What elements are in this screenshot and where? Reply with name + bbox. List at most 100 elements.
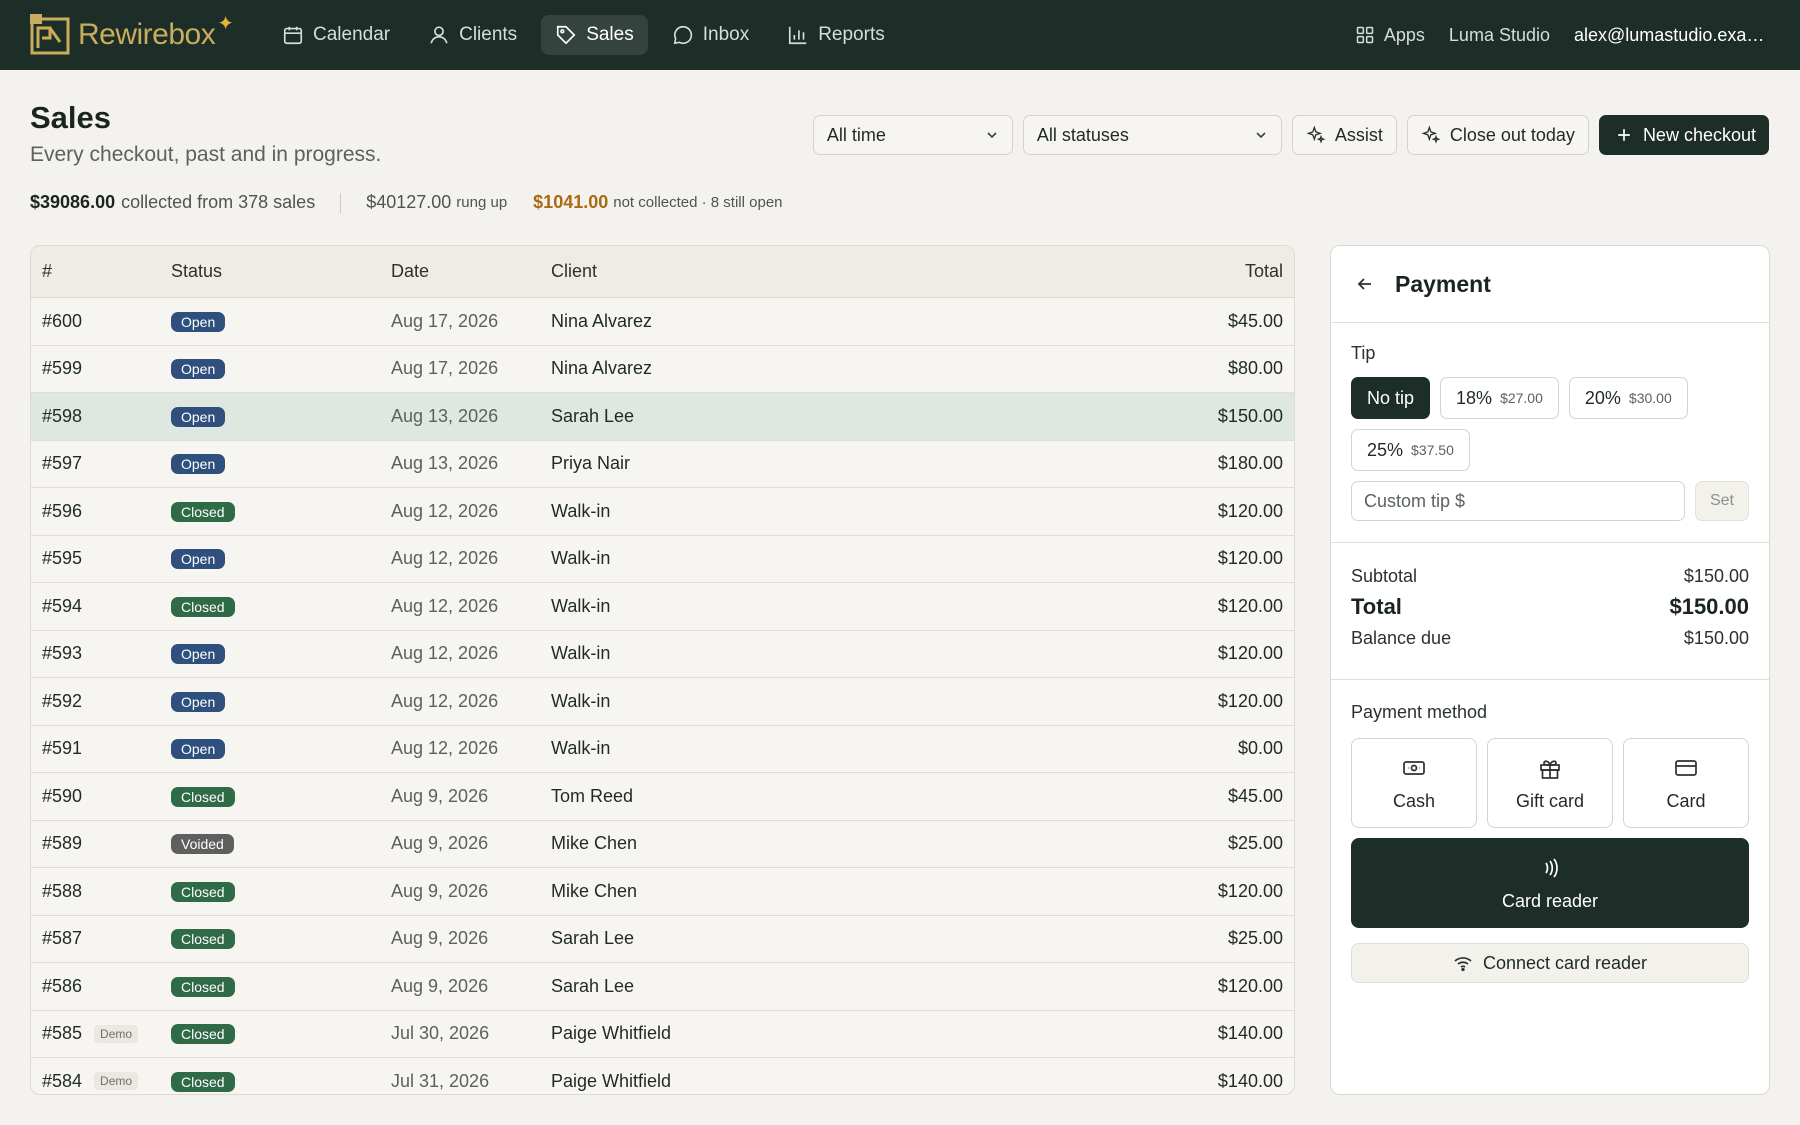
- status-badge: Closed: [171, 929, 235, 950]
- nav-reports[interactable]: Reports: [773, 15, 899, 55]
- cell-date: Aug 12, 2026: [391, 738, 499, 759]
- table-row[interactable]: #597 Open Aug 13, 2026 Priya Nair $180.00: [31, 440, 1294, 488]
- connect-card-reader-button[interactable]: Connect card reader: [1351, 943, 1749, 983]
- time-filter-select[interactable]: All time: [812, 115, 1013, 155]
- cash-icon: [1403, 760, 1425, 775]
- nav-clients[interactable]: Clients: [414, 15, 531, 55]
- cell-status: Open: [171, 406, 391, 427]
- cell-status: Open: [171, 548, 391, 570]
- tip-option-label: No tip: [1367, 387, 1415, 408]
- collected-text: collected from 378 sales: [121, 192, 316, 212]
- user-email[interactable]: alex@lumastudio.example.com: [1574, 25, 1770, 46]
- new-checkout-button[interactable]: New checkout: [1598, 115, 1769, 155]
- wifi-icon: [1454, 957, 1472, 972]
- cell-status: Closed: [171, 1071, 391, 1092]
- cell-status: Open: [171, 738, 391, 760]
- cell-total: $150.00: [1217, 405, 1283, 426]
- nav-sales[interactable]: Sales: [541, 15, 648, 55]
- col-number[interactable]: #: [31, 261, 171, 282]
- tip-option-none[interactable]: No tip: [1351, 377, 1431, 419]
- method-cash-button[interactable]: Cash: [1351, 738, 1477, 828]
- col-status[interactable]: Status: [171, 261, 391, 282]
- cell-client: Paige Whitfield: [551, 1070, 672, 1091]
- status-badge: Closed: [171, 596, 235, 617]
- total-value: $150.00: [1669, 594, 1749, 619]
- status-badge: Closed: [171, 1024, 235, 1045]
- cell-total: $25.00: [1227, 833, 1283, 854]
- cell-client: Sarah Lee: [551, 928, 635, 949]
- tip-option-label: 18%: [1456, 387, 1493, 408]
- cell-date: Jul 31, 2026: [391, 1070, 490, 1091]
- sale-number: #592: [42, 690, 83, 711]
- assist-button[interactable]: Assist: [1291, 115, 1397, 155]
- cell-number: #585 Demo: [31, 1023, 171, 1044]
- apps-label: Apps: [1383, 24, 1425, 45]
- cell-number: #593: [31, 643, 171, 664]
- nav-inbox[interactable]: Inbox: [658, 15, 763, 55]
- demo-tag: Demo: [94, 1024, 139, 1043]
- chevron-down-icon: [1256, 132, 1266, 139]
- sale-number: #584: [42, 1070, 83, 1091]
- custom-tip-row: Set: [1351, 481, 1749, 521]
- calendar-icon: [283, 26, 303, 45]
- table-row[interactable]: #596 Closed Aug 12, 2026 Walk-in $120.00: [31, 488, 1294, 536]
- cell-date: Aug 12, 2026: [391, 690, 499, 711]
- col-total[interactable]: Total: [1144, 261, 1294, 282]
- card-reader-button[interactable]: Card reader: [1351, 838, 1749, 928]
- table-row[interactable]: #595 Open Aug 12, 2026 Walk-in $120.00: [31, 535, 1294, 583]
- brand[interactable]: Rewirebox ✦: [30, 13, 238, 56]
- cell-number: #599: [31, 358, 171, 379]
- header-controls: All time All statuses Assist Close out t…: [812, 115, 1769, 155]
- cell-client: Walk-in: [551, 643, 611, 664]
- cell-number: #600: [31, 311, 171, 332]
- cell-total: $25.00: [1227, 928, 1283, 949]
- table-row[interactable]: #598 Open Aug 13, 2026 Sarah Lee $150.00: [31, 393, 1294, 441]
- cell-status: Voided: [171, 833, 391, 855]
- set-tip-button[interactable]: Set: [1695, 481, 1749, 521]
- chat-icon: [673, 25, 692, 45]
- workspace-name[interactable]: Luma Studio: [1449, 25, 1550, 46]
- table-row[interactable]: #590 Closed Aug 9, 2026 Tom Reed $45.00: [31, 773, 1294, 821]
- top-right: Apps Luma Studio alex@lumastudio.example…: [1355, 25, 1770, 46]
- demo-tag: Demo: [94, 1072, 139, 1091]
- table-row[interactable]: #600 Open Aug 17, 2026 Nina Alvarez $45.00: [31, 298, 1294, 346]
- table-row[interactable]: #591 Open Aug 12, 2026 Walk-in $0.00: [31, 725, 1294, 773]
- sale-number: #596: [42, 500, 83, 521]
- tip-option-20[interactable]: 20% $30.00: [1568, 377, 1688, 419]
- cell-date: Aug 12, 2026: [391, 500, 499, 521]
- nav-calendar[interactable]: Calendar: [268, 15, 404, 55]
- table-row[interactable]: #587 Closed Aug 9, 2026 Sarah Lee $25.00: [31, 915, 1294, 963]
- table-row[interactable]: #585 Demo Closed Jul 30, 2026 Paige Whitfiel…: [31, 1010, 1294, 1058]
- table-row[interactable]: #588 Closed Aug 9, 2026 Mike Chen $120.00: [31, 868, 1294, 916]
- method-card-button[interactable]: Card: [1623, 738, 1749, 828]
- cell-total: $120.00: [1217, 548, 1283, 569]
- table-row[interactable]: #584 Demo Closed Jul 31, 2026 Paige Whitfiel…: [31, 1058, 1294, 1094]
- table-row[interactable]: #599 Open Aug 17, 2026 Nina Alvarez $80.00: [31, 345, 1294, 393]
- table-row[interactable]: #592 Open Aug 12, 2026 Walk-in $120.00: [31, 678, 1294, 726]
- tip-option-18[interactable]: 18% $27.00: [1440, 377, 1559, 419]
- table-row[interactable]: #586 Closed Aug 9, 2026 Sarah Lee $120.00: [31, 963, 1294, 1011]
- close-out-label: Close out today: [1449, 124, 1575, 145]
- sales-summary: $39086.00 collected from 378 sales $4012…: [30, 192, 783, 213]
- apps-button[interactable]: Apps: [1355, 25, 1425, 46]
- close-out-button[interactable]: Close out today: [1406, 115, 1589, 155]
- subtotal-row: Subtotal $150.00: [1351, 563, 1749, 589]
- sale-number: #587: [42, 928, 83, 949]
- rung-amount: $40127.00: [366, 192, 452, 212]
- method-gift-card-button[interactable]: Gift card: [1487, 738, 1613, 828]
- col-date[interactable]: Date: [391, 261, 551, 282]
- table-row[interactable]: #593 Open Aug 12, 2026 Walk-in $120.00: [31, 630, 1294, 678]
- table-row[interactable]: #589 Voided Aug 9, 2026 Mike Chen $25.00: [31, 820, 1294, 868]
- table-row[interactable]: #594 Closed Aug 12, 2026 Walk-in $120.00: [31, 583, 1294, 631]
- tip-option-25[interactable]: 25% $37.50: [1351, 429, 1470, 471]
- arrow-left-icon[interactable]: [1355, 274, 1375, 294]
- sale-number: #585: [42, 1023, 83, 1044]
- custom-tip-input[interactable]: [1351, 481, 1685, 521]
- sale-number: #590: [42, 785, 83, 806]
- not-collected-text: not collected · 8 still open: [613, 194, 783, 211]
- user-icon: [430, 26, 448, 44]
- cell-total: $120.00: [1217, 690, 1283, 711]
- status-filter-select[interactable]: All statuses: [1022, 115, 1282, 155]
- cell-total: $45.00: [1227, 785, 1283, 806]
- col-client[interactable]: Client: [551, 261, 1144, 282]
